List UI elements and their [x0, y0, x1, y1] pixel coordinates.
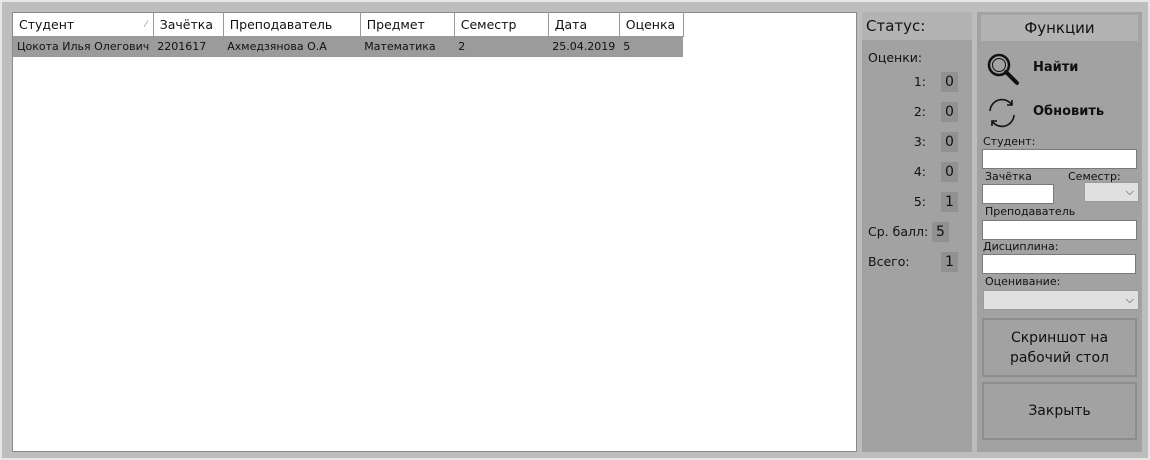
- cell-subject: Математика: [360, 36, 455, 57]
- grade-count-4: 4: 0: [862, 162, 972, 182]
- student-filter-input[interactable]: [982, 149, 1137, 169]
- close-button[interactable]: Закрыть: [982, 382, 1137, 440]
- refresh-label: Обновить: [1033, 104, 1105, 119]
- average-label: Ср. балл:: [868, 224, 929, 239]
- chevron-down-icon: ⌵: [1125, 293, 1134, 306]
- grade-key: 3:: [913, 134, 926, 149]
- cell-student: Цокота Илья Олегович: [13, 36, 154, 57]
- grade-count-1: 1: 0: [862, 72, 972, 92]
- screenshot-label-line2: рабочий стол: [1010, 349, 1109, 366]
- grade-key: 4:: [913, 164, 926, 179]
- total-value: 1: [941, 252, 958, 272]
- close-label: Закрыть: [1028, 403, 1091, 419]
- status-panel: Статус: Оценки: 1: 0 2: 0 3: 0 4: 0 5: 1…: [862, 12, 972, 452]
- records-grid[interactable]: Студент ⁄ Зачётка Преподаватель Предмет С…: [12, 12, 857, 452]
- table-row[interactable]: Цокота Илья Олегович 2201617 Ахмедзянова…: [13, 36, 684, 57]
- grade-count-5: 5: 1: [862, 192, 972, 212]
- grade-count-2: 2: 0: [862, 102, 972, 122]
- cell-zachetka: 2201617: [153, 36, 224, 57]
- discipline-filter-label: Дисциплина:: [983, 240, 1059, 253]
- column-header-student[interactable]: Студент ⁄: [13, 13, 154, 37]
- find-label: Найти: [1033, 60, 1079, 75]
- discipline-filter-input[interactable]: [982, 254, 1136, 274]
- app-window: Студент ⁄ Зачётка Преподаватель Предмет С…: [0, 0, 1150, 460]
- grade-value: 0: [941, 132, 958, 152]
- grade-value: 0: [941, 162, 958, 182]
- column-header-teacher[interactable]: Преподаватель: [223, 13, 361, 37]
- grade-key: 2:: [913, 104, 926, 119]
- zachetka-filter-input[interactable]: [982, 184, 1054, 204]
- grade-key: 1:: [913, 74, 926, 89]
- grade-count-3: 3: 0: [862, 132, 972, 152]
- student-filter-label: Студент:: [983, 135, 1036, 148]
- teacher-filter-label: Преподаватель: [985, 205, 1076, 218]
- total-row: Всего: 1: [868, 252, 972, 272]
- grade-value: 1: [941, 192, 958, 212]
- screenshot-label-line1: Скриншот на: [1010, 329, 1109, 346]
- grade-value: 0: [941, 102, 958, 122]
- functions-title: Функции: [981, 15, 1138, 41]
- column-header-grade[interactable]: Оценка: [619, 13, 684, 37]
- grade-value: 0: [941, 72, 958, 92]
- teacher-filter-input[interactable]: [982, 220, 1137, 240]
- average-value: 5: [932, 222, 949, 242]
- column-header-zachetka[interactable]: Зачётка: [153, 13, 224, 37]
- status-title: Статус:: [862, 12, 972, 40]
- screenshot-button[interactable]: Скриншот на рабочий стол: [982, 318, 1137, 377]
- cell-grade: 5: [619, 36, 684, 57]
- column-header-subject[interactable]: Предмет: [360, 13, 455, 37]
- refresh-icon: [989, 98, 1015, 128]
- cell-semester: 2: [454, 36, 549, 57]
- chevron-down-icon: ⌵: [1125, 185, 1134, 198]
- cell-teacher: Ахмедзянова О.А: [223, 36, 361, 57]
- magnifier-icon: [987, 53, 1019, 85]
- functions-panel: Функции Найти Обновить Студент: Зачётка …: [977, 12, 1142, 452]
- column-header-semester[interactable]: Семестр: [454, 13, 549, 37]
- refresh-button[interactable]: Обновить: [985, 96, 1135, 128]
- semester-select[interactable]: ⌵: [1084, 182, 1139, 202]
- sort-icon: ⁄: [145, 19, 147, 30]
- grades-label: Оценки:: [868, 50, 923, 65]
- zachetka-filter-label: Зачётка: [985, 170, 1032, 183]
- find-button[interactable]: Найти: [985, 52, 1135, 85]
- grading-select[interactable]: ⌵: [983, 290, 1139, 310]
- column-header-date[interactable]: Дата: [548, 13, 620, 37]
- cell-date: 25.04.2019: [548, 36, 620, 57]
- table-header-row: Студент ⁄ Зачётка Преподаватель Предмет С…: [13, 13, 684, 37]
- grading-filter-label: Оценивание:: [985, 275, 1061, 288]
- records-table: Студент ⁄ Зачётка Преподаватель Предмет С…: [13, 13, 684, 57]
- total-label: Всего:: [868, 254, 910, 269]
- grade-key: 5:: [913, 194, 926, 209]
- average-row: Ср. балл: 5: [868, 222, 972, 242]
